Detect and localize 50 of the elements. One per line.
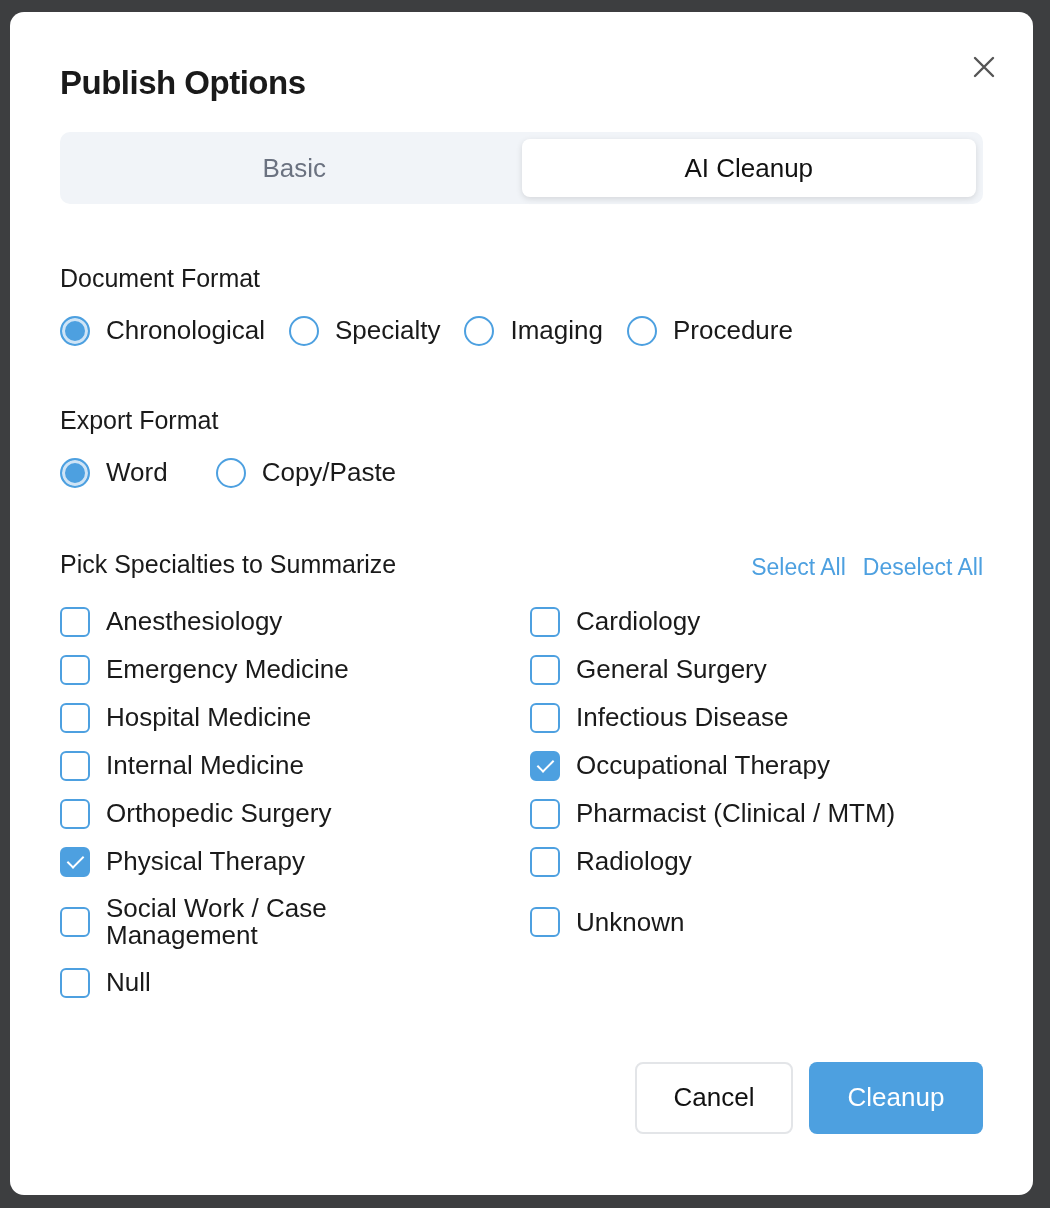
checkbox[interactable]	[60, 703, 90, 733]
checkbox-label[interactable]: Hospital Medicine	[106, 704, 312, 732]
checkbox[interactable]	[60, 655, 90, 685]
checkbox[interactable]	[60, 907, 90, 938]
checkbox[interactable]	[530, 847, 560, 877]
close-icon[interactable]	[973, 56, 995, 78]
checkbox[interactable]	[60, 967, 90, 998]
checkbox[interactable]	[530, 751, 560, 781]
section-label: Document Format	[60, 264, 262, 293]
radio-label[interactable]: Imaging	[510, 315, 603, 346]
checkbox-label[interactable]: Null	[106, 968, 151, 997]
checkbox-label[interactable]: Internal Medicine	[106, 752, 304, 780]
radio-label[interactable]: Specialty	[335, 315, 441, 346]
checkbox-label[interactable]: Infectious Disease	[576, 704, 789, 732]
section-label: Pick Specialties to Summarize	[60, 550, 397, 579]
section-label: Export Format	[60, 406, 220, 435]
radio-button[interactable]	[464, 315, 495, 346]
radio-label[interactable]: Word	[106, 457, 168, 488]
checkbox[interactable]	[60, 607, 90, 637]
radio-button[interactable]	[289, 315, 319, 346]
radio-label[interactable]: Copy/Paste	[261, 457, 397, 488]
tab[interactable]: AI Cleanup	[521, 139, 976, 197]
checkbox-label[interactable]: Physical Therapy	[106, 848, 305, 876]
dialog-title: Publish Options	[60, 64, 306, 102]
checkbox-label[interactable]: Orthopedic Surgery	[106, 800, 332, 828]
radio-label[interactable]: Chronological	[106, 315, 265, 346]
checkbox[interactable]	[60, 847, 90, 877]
checkbox-label[interactable]: Social Work / Case Management	[106, 895, 406, 950]
checkbox-label[interactable]: Unknown	[576, 908, 685, 936]
checkbox[interactable]	[530, 799, 560, 829]
radio-button[interactable]	[627, 315, 657, 346]
checkbox-label[interactable]: Pharmacist (Clinical / MTM)	[576, 800, 896, 828]
tab[interactable]: Basic	[67, 139, 522, 197]
checkbox[interactable]	[60, 751, 90, 781]
checkbox-label[interactable]: Radiology	[576, 848, 692, 876]
cancel-button[interactable]: Cancel	[635, 1061, 793, 1134]
checkbox-label[interactable]: General Surgery	[576, 656, 767, 684]
checkbox-label[interactable]: Emergency Medicine	[106, 656, 349, 684]
radio-button[interactable]	[60, 457, 90, 488]
radio-button[interactable]	[60, 315, 90, 346]
checkbox-label[interactable]: Cardiology	[576, 608, 701, 636]
checkbox-label[interactable]: Anesthesiology	[106, 608, 283, 636]
checkbox[interactable]	[530, 907, 560, 938]
radio-button[interactable]	[215, 457, 246, 488]
checkbox[interactable]	[530, 655, 560, 685]
checkbox[interactable]	[530, 703, 560, 733]
checkbox[interactable]	[530, 607, 560, 637]
radio-label[interactable]: Procedure	[673, 315, 793, 346]
checkbox[interactable]	[60, 799, 90, 829]
checkbox-label[interactable]: Occupational Therapy	[576, 752, 830, 780]
